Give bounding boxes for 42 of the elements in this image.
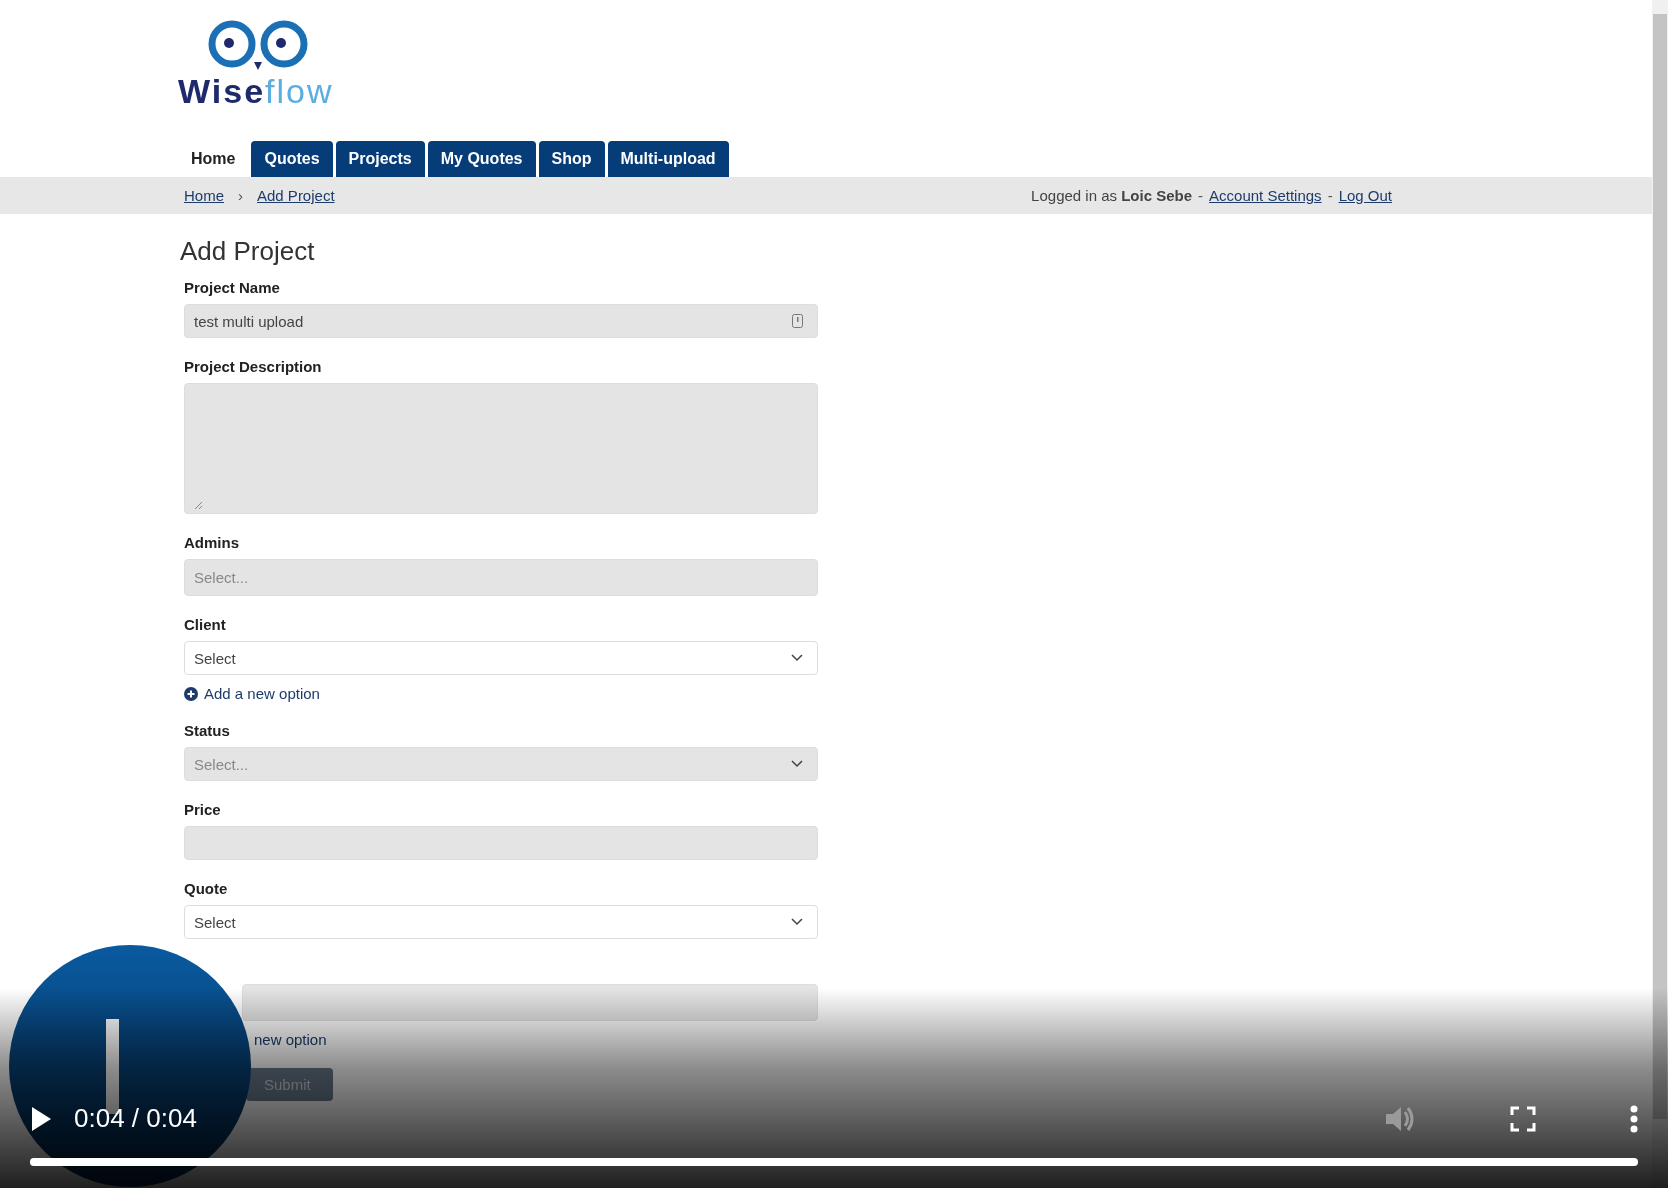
field-label: Admins: [184, 534, 240, 551]
input-field[interactable]: [242, 984, 818, 1021]
account-link[interactable]: Account Settings: [1209, 187, 1322, 204]
add-option-link[interactable]: Add a new option: [204, 685, 320, 702]
field-label: Price: [184, 801, 222, 818]
nav-tab[interactable]: Multi-upload: [607, 141, 729, 177]
nav-tab[interactable]: Shop: [538, 141, 605, 177]
field-label: Client: [184, 616, 227, 633]
play-icon[interactable]: [30, 1105, 52, 1132]
input-field[interactable]: [184, 826, 818, 860]
select-field[interactable]: Select: [184, 905, 818, 939]
more-options-icon[interactable]: [1630, 1104, 1638, 1133]
owl-logo-icon: [208, 20, 310, 70]
breadcrumb-link[interactable]: Add Project: [257, 187, 335, 204]
field-label: Quote: [184, 880, 229, 897]
scrollbar-thumb[interactable]: [1653, 14, 1667, 1119]
chevron-down-icon: [791, 918, 803, 926]
nav-tab[interactable]: My Quotes: [427, 141, 536, 177]
fullscreen-icon[interactable]: [1510, 1105, 1536, 1132]
field-label: Project Description: [184, 358, 323, 375]
logged-in-label: Logged in as Loic Sebe: [1031, 187, 1193, 204]
input-field[interactable]: test multi upload: [184, 304, 818, 338]
textarea-field[interactable]: [184, 383, 818, 514]
chevron-down-icon: [791, 760, 803, 768]
select-field[interactable]: Select: [184, 641, 818, 675]
channel-logo-icon: [8, 944, 252, 1188]
video-time: 0:04 / 0:04: [74, 1103, 197, 1134]
plus-circle-icon: [184, 686, 198, 701]
separator: -: [1198, 187, 1204, 204]
breadcrumb-link[interactable]: Home: [184, 187, 224, 204]
logo-wordmark: Wiseflow: [178, 72, 334, 111]
chevron-down-icon: [791, 654, 803, 662]
resize-handle-icon: [194, 501, 203, 510]
field-label: Project Name: [184, 279, 281, 296]
page-title: Add Project: [180, 236, 316, 267]
field-label: Status: [184, 722, 231, 739]
separator: -: [1327, 187, 1333, 204]
nav-tab[interactable]: Projects: [335, 141, 425, 177]
account-link[interactable]: Log Out: [1338, 187, 1392, 204]
breadcrumb-separator: ›: [238, 187, 243, 204]
nav-tab[interactable]: Quotes: [251, 141, 333, 177]
add-option-link[interactable]: new option: [254, 1031, 327, 1048]
